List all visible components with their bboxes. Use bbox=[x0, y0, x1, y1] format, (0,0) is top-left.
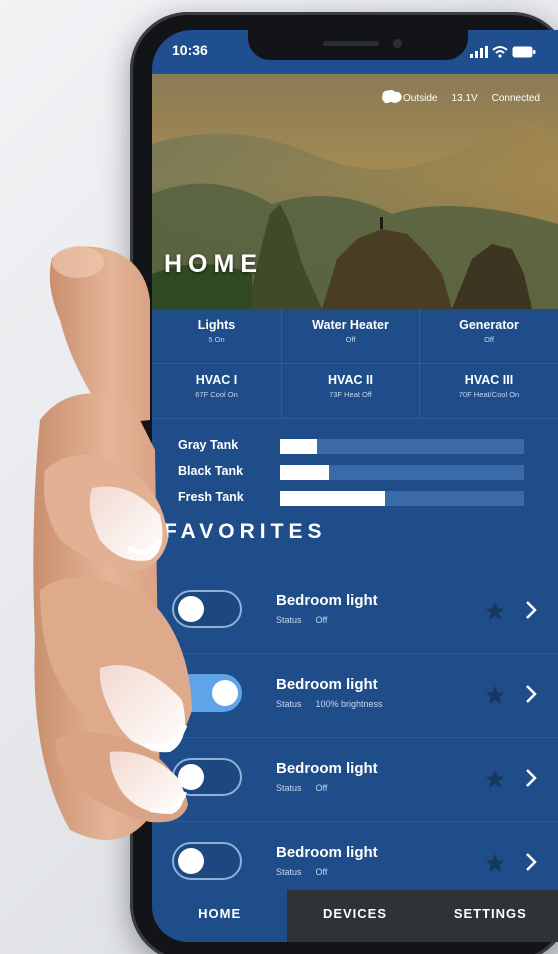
hand-image bbox=[33, 246, 192, 840]
